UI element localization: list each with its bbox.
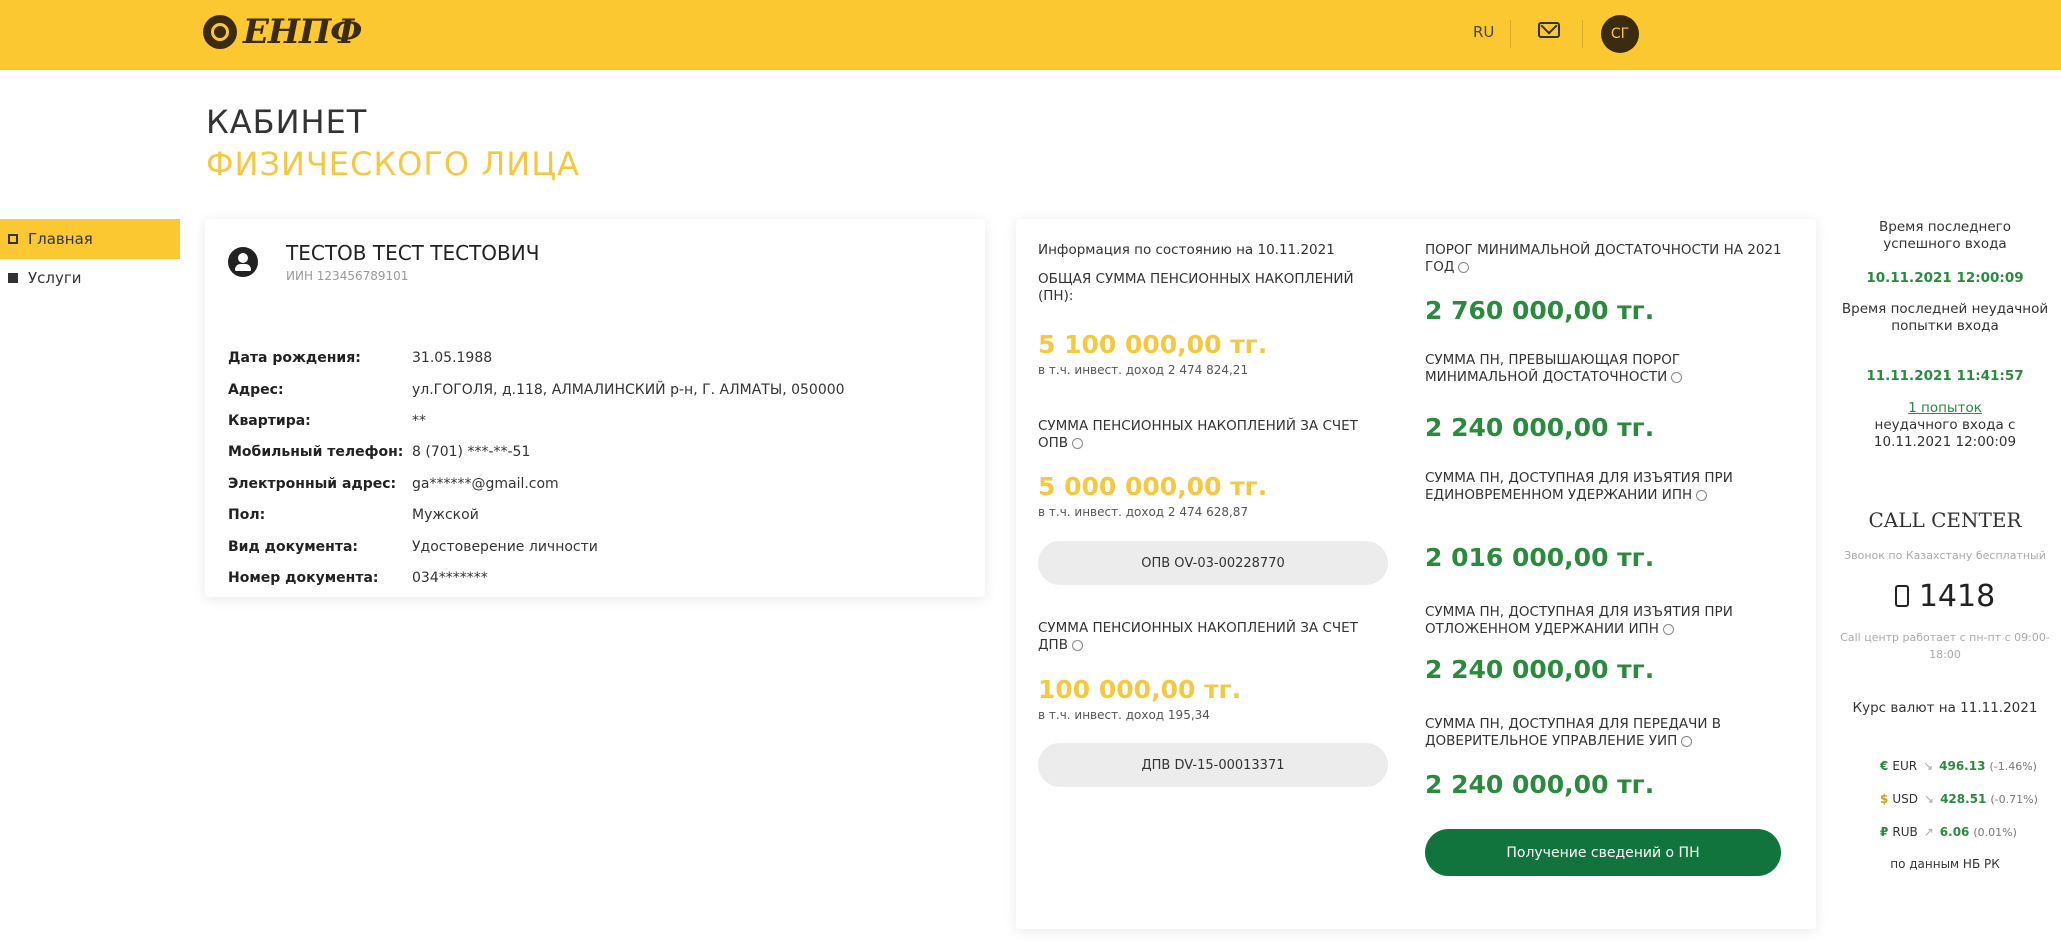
fx-code: EUR [1892,759,1918,773]
info-icon[interactable] [1071,639,1083,651]
trend-down-icon: ↘ [1924,792,1935,806]
total-income: в т.ч. инвест. доход 2 474 824,21 [1038,363,1249,377]
sidebar-item-label: Главная [28,230,93,248]
profile-value: ** [412,413,426,429]
euro-icon: € [1880,759,1889,773]
withdraw-deferred-amount: 2 240 000,00 тг. [1425,655,1655,684]
user-name: ТЕСТОВ ТЕСТ ТЕСТОВИЧ [286,241,540,265]
opv-income: в т.ч. инвест. доход 2 474 628,87 [1038,505,1249,519]
call-center-phone[interactable]: 1418 [1840,578,2050,614]
mail-icon[interactable] [1538,22,1560,38]
dollar-icon: $ [1880,792,1889,806]
header-divider [1582,20,1583,48]
trust-label: СУММА ПН, ДОСТУПНАЯ ДЛЯ ПЕРЕДАЧИ В ДОВЕР… [1425,716,1722,749]
profile-value: 034******* [412,570,488,586]
opv-amount: 5 000 000,00 тг. [1038,472,1268,501]
attempts-text: неудачного входа с 10.11.2021 12:00:09 [1873,417,2017,450]
logo-emblem-icon [203,15,237,49]
fx-value: 496.13 [1939,759,1986,773]
dpv-amount: 100 000,00 тг. [1038,675,1242,704]
fx-row-eur: € EUR ↘ 496.13 (-1.46%) [1880,759,2037,773]
phone-number: 1418 [1918,578,1996,614]
profile-value: Удостоверение личности [412,539,598,555]
opv-label: СУММА ПЕНСИОННЫХ НАКОПЛЕНИЙ ЗА СЧЕТ ОПВ [1038,418,1358,451]
profile-value: Мужской [412,507,479,523]
phone-icon [1894,585,1909,607]
last-fail-label: Время последней неудачной попытки входа [1841,301,2049,334]
fx-row-usd: $ USD ↘ 428.51 (-0.71%) [1880,792,2038,806]
page-title-line1: КАБИНЕТ [206,103,368,141]
services-icon [8,273,18,283]
dpv-income: в т.ч. инвест. доход 195,34 [1038,708,1210,722]
fx-change: (-1.46%) [1989,759,2037,773]
profile-label: Номер документа: [228,570,379,586]
info-icon[interactable] [1458,261,1470,273]
header-divider [1510,20,1511,48]
rates-title: Курс валют на 11.11.2021 [1852,700,2038,716]
fx-value: 6.06 [1939,825,1970,839]
info-date: Информация по состоянию на 10.11.2021 [1038,242,1335,258]
sidebar-item-main[interactable]: Главная [0,219,180,259]
threshold-label: ПОРОГ МИНИМАЛЬНОЙ ДОСТАТОЧНОСТИ НА 2021 … [1425,242,1782,275]
profile-label: Дата рождения: [228,350,361,366]
last-login-label: Время последнего успешного входа [1879,219,2011,252]
info-icon[interactable] [1696,489,1708,501]
dpv-account-button[interactable]: ДПВ DV-15-00013371 [1038,743,1388,787]
profile-label: Квартира: [228,413,311,429]
withdraw-deferred-label: СУММА ПН, ДОСТУПНАЯ ДЛЯ ИЗЪЯТИЯ ПРИ ОТЛО… [1425,604,1733,637]
home-icon [8,234,18,244]
profile-label: Электронный адрес: [228,476,397,492]
call-center-hours: Call центр работает с пн-пт с 09:00-18:0… [1840,631,2050,661]
user-iin: ИИН 123456789101 [286,269,409,283]
attempts-link[interactable]: 1 попыток [1840,400,2050,417]
page-title-line2: ФИЗИЧЕСКОГО ЛИЦА [206,145,580,183]
profile-value: 31.05.1988 [412,350,493,366]
opv-account-button[interactable]: ОПВ ОV-03-00228770 [1038,541,1388,585]
get-savings-info-button[interactable]: Получение сведений о ПН [1425,829,1781,876]
fx-code: RUB [1892,825,1918,839]
user-avatar[interactable]: СГ [1601,15,1639,53]
fx-change: (-0.71%) [1990,792,2038,806]
logo-text: ЕНПФ [243,12,362,52]
fx-row-rub: ₽ RUB ↗ 6.06 (0.01%) [1880,825,2017,839]
enpf-logo[interactable]: ЕНПФ [203,12,362,52]
threshold-amount: 2 760 000,00 тг. [1425,296,1655,325]
info-icon[interactable] [1681,735,1693,747]
total-amount: 5 100 000,00 тг. [1038,330,1268,359]
profile-label: Пол: [228,507,266,523]
last-fail-value: 11.11.2021 11:41:57 [1866,368,2024,384]
fx-value: 428.51 [1940,792,1987,806]
last-login-value: 10.11.2021 12:00:09 [1866,270,2024,286]
fx-change: (0.01%) [1973,825,2017,839]
info-icon[interactable] [1662,623,1674,635]
trend-down-icon: ↘ [1923,759,1934,773]
sidebar-item-label: Услуги [28,269,82,287]
info-icon[interactable] [1072,437,1084,449]
fx-code: USD [1892,792,1918,806]
profile-label: Адрес: [228,382,284,398]
over-threshold-label: СУММА ПН, ПРЕВЫШАЮЩАЯ ПОРОГ МИНИМАЛЬНОЙ … [1425,352,1790,386]
over-threshold-amount: 2 240 000,00 тг. [1425,413,1655,442]
call-center-sub: Звонок по Казахстану бесплатный [1844,549,2046,562]
info-icon[interactable] [1671,371,1683,383]
language-switch[interactable]: RU [1473,23,1494,41]
withdraw-once-label: СУММА ПН, ДОСТУПНАЯ ДЛЯ ИЗЪЯТИЯ ПРИ ЕДИН… [1425,470,1733,503]
withdraw-once-amount: 2 016 000,00 тг. [1425,543,1655,572]
trend-up-icon: ↗ [1923,825,1934,839]
rates-source: по данным НБ РК [1890,857,2000,871]
sidebar-item-services[interactable]: Услуги [0,258,180,298]
user-icon [228,247,258,277]
profile-label: Мобильный телефон: [228,444,404,460]
profile-value: ул.ГОГОЛЯ, д.118, АЛМАЛИНСКИЙ р-н, Г. АЛ… [412,382,845,398]
dpv-label: СУММА ПЕНСИОННЫХ НАКОПЛЕНИЙ ЗА СЧЕТ ДПВ [1038,620,1358,653]
total-label: ОБЩАЯ СУММА ПЕНСИОННЫХ НАКОПЛЕНИЙ (ПН): [1038,271,1354,304]
profile-value: 8 (701) ***-**-51 [412,444,531,460]
ruble-icon: ₽ [1880,825,1889,839]
trust-amount: 2 240 000,00 тг. [1425,770,1655,799]
profile-label: Вид документа: [228,539,358,555]
call-center-title: CALL CENTER [1868,508,2022,532]
profile-value: ga******@gmail.com [412,476,559,492]
